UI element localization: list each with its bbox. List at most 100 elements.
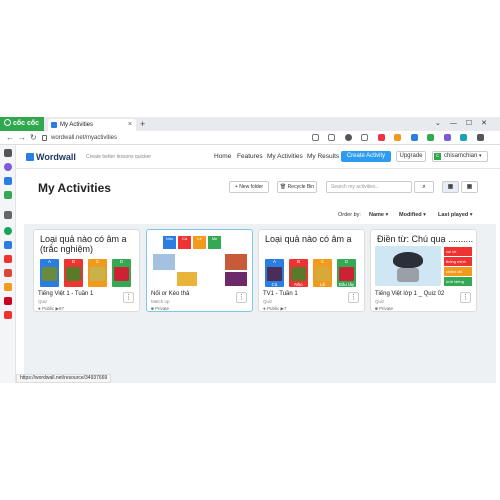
puzzle-icon[interactable]: [476, 134, 484, 141]
more-options-button[interactable]: ⋮: [348, 292, 359, 303]
match-labels: Nho Cà Lê Me: [163, 236, 223, 249]
nav-my-activities[interactable]: My Activities: [267, 153, 303, 160]
shield-icon[interactable]: [344, 134, 352, 141]
chart-icon[interactable]: [4, 177, 12, 185]
share-icon[interactable]: [328, 134, 336, 141]
grid-view-button[interactable]: ▦: [442, 181, 459, 193]
tagline: Create better lessons quicker: [86, 154, 152, 160]
extension-red-icon[interactable]: [377, 134, 385, 141]
lock-icon: [42, 135, 47, 141]
activity-meta: ● Public ▶7: [263, 306, 287, 311]
address-bar[interactable]: wordwall.net/myactivities: [42, 133, 332, 143]
kebab-icon: ⋮: [462, 294, 469, 301]
fruit-image: [225, 272, 247, 286]
close-tab-icon[interactable]: ×: [128, 119, 132, 131]
window-controls[interactable]: ⌄—☐✕: [435, 117, 496, 131]
list-view-button[interactable]: ▦: [461, 181, 478, 193]
new-folder-button[interactable]: + New folder: [229, 181, 269, 193]
nav-features[interactable]: Features: [237, 153, 263, 160]
app-red-icon[interactable]: [4, 269, 12, 277]
order-name[interactable]: Name ▾: [369, 212, 388, 218]
forward-icon[interactable]: →: [18, 131, 26, 145]
fruit-image: [153, 254, 175, 270]
search-icon: ⌕: [422, 184, 426, 190]
match-label: Nho: [163, 236, 176, 249]
activities-grid: Loại quả nào có âm a (trắc nghiệm) A B C…: [24, 224, 496, 383]
chevron-down-icon: ▾: [479, 153, 482, 159]
address-row: ← → ↻ wordwall.net/myactivities: [0, 131, 500, 159]
status-bar-url: https://wordwall.net/resource/34937669: [16, 374, 112, 383]
fruit-image: [291, 267, 306, 281]
activity-card[interactable]: Loại quả nào có âm a A Cà B Nho C Lê D Đầu t…: [258, 229, 365, 312]
extension-teal-icon[interactable]: [460, 134, 468, 141]
extension-orange-icon[interactable]: [394, 134, 402, 141]
coccoc-icon: [4, 119, 11, 126]
upgrade-button[interactable]: Upgrade: [396, 151, 426, 162]
back-icon[interactable]: ←: [6, 131, 14, 145]
app-orange-icon[interactable]: [4, 283, 12, 291]
activity-card[interactable]: Loại quả nào có âm a (trắc nghiệm) A B C…: [33, 229, 140, 312]
extension-green-icon[interactable]: [427, 134, 435, 141]
jar-shape: [397, 268, 419, 282]
wordwall-favicon-icon: [51, 122, 57, 128]
answer-option: chăm chỉ: [444, 267, 472, 276]
install-icon[interactable]: [312, 134, 319, 141]
app-crimson-icon[interactable]: [4, 297, 12, 305]
add-icon[interactable]: [4, 211, 12, 219]
order-last-played[interactable]: Last played ▾: [438, 212, 473, 218]
messenger-icon[interactable]: [4, 163, 12, 171]
activity-thumbnail[interactable]: Nho Cà Lê Me: [149, 232, 250, 288]
activity-thumbnail[interactable]: Điền từ: Chú quạ .......... xui về thông…: [373, 232, 474, 288]
browser-brand[interactable]: cốc cốc: [0, 117, 44, 131]
activity-name[interactable]: Nối or Kéo thả: [151, 291, 189, 297]
lock-icon: ■: [151, 306, 154, 311]
tab-bar: cốc cốc My Activities × + ⌄—☐✕: [0, 117, 500, 131]
app-green-icon[interactable]: [4, 227, 12, 235]
activity-name[interactable]: TV1 - Tuần 1: [263, 291, 298, 297]
tiles-icon: ▦: [466, 184, 473, 190]
youtube-icon[interactable]: [4, 255, 12, 263]
extension-blue-icon[interactable]: [410, 134, 418, 141]
activity-thumbnail[interactable]: Loại quả nào có âm a (trắc nghiệm) A B C…: [36, 232, 137, 288]
history-icon[interactable]: [4, 149, 12, 157]
thumbnail-title: Loại quả nào có âm a: [265, 234, 352, 244]
tab-my-activities[interactable]: My Activities ×: [48, 119, 136, 131]
reload-icon[interactable]: ↻: [30, 131, 37, 145]
new-tab-button[interactable]: +: [140, 117, 145, 131]
answer-tile: A: [40, 259, 59, 287]
user-menu[interactable]: c chisamchian ▾: [432, 151, 488, 162]
app-checklist-icon[interactable]: [4, 311, 12, 319]
activity-card[interactable]: Điền từ: Chú quạ .......... xui về thông…: [370, 229, 477, 312]
kebab-icon: ⋮: [350, 294, 357, 301]
answer-tile: A Cà: [265, 259, 284, 287]
browser-sidebar: [0, 145, 16, 383]
activity-card[interactable]: Nho Cà Lê Me Nối or Kéo thả Match up ■ P…: [146, 229, 253, 312]
answer-list: xui về thông minh chăm chỉ lười biếng: [444, 247, 472, 286]
bookmark-icon[interactable]: [361, 134, 369, 141]
more-options-button[interactable]: ⋮: [236, 292, 247, 303]
create-activity-button[interactable]: Create Activity: [341, 151, 391, 162]
more-options-button[interactable]: ⋮: [460, 292, 471, 303]
translate-icon[interactable]: [4, 241, 12, 249]
answer-tile: B Nho: [289, 259, 308, 287]
activity-thumbnail[interactable]: Loại quả nào có âm a A Cà B Nho C Lê D Đầu t…: [261, 232, 362, 288]
activity-name[interactable]: Tiếng Việt 1 - Tuần 1: [38, 291, 93, 297]
nav-my-results[interactable]: My Results: [307, 153, 339, 160]
recycle-bin-button[interactable]: 🗑 Recycle Bin: [277, 181, 317, 193]
match-label: Lê: [193, 236, 206, 249]
fruit-image: [225, 254, 247, 270]
wordwall-header: Wordwall Create better lessons quicker H…: [16, 145, 500, 169]
search-input[interactable]: Search my activities...: [326, 181, 412, 193]
extension-purple-icon[interactable]: [443, 134, 451, 141]
wordwall-logo[interactable]: Wordwall: [26, 152, 76, 162]
more-options-button[interactable]: ⋮: [123, 292, 134, 303]
game-icon[interactable]: [4, 191, 12, 199]
nav-home[interactable]: Home: [214, 153, 231, 160]
activity-name[interactable]: Tiếng Việt lớp 1 _ Quiz 02: [375, 291, 444, 297]
search-button[interactable]: ⌕: [414, 181, 434, 193]
answer-tile: C Lê: [313, 259, 332, 287]
crow-image: [375, 246, 441, 286]
order-modified[interactable]: Modified ▾: [399, 212, 426, 218]
fruit-image: [66, 267, 81, 281]
crow-shape: [393, 252, 423, 268]
